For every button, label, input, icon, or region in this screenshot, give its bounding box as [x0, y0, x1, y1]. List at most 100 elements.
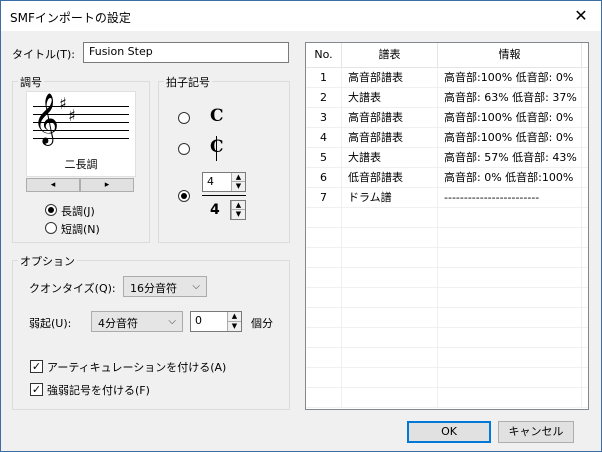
chevron-down-icon: ⌵: [192, 281, 200, 292]
cut-time-radio[interactable]: [178, 143, 190, 155]
key-prev-button[interactable]: ◂: [26, 178, 80, 192]
table-row[interactable]: 6 低音部譜表 高音部: 0% 低音部:100%: [306, 168, 588, 188]
quantize-select[interactable]: 16分音符 ⌵: [123, 276, 207, 297]
table-header: No. 譜表 情報: [306, 43, 588, 68]
empty-row: [306, 348, 588, 368]
spin-up-icon[interactable]: ▲: [231, 201, 245, 210]
articulation-label[interactable]: アーティキュレーションを付ける(A): [47, 359, 226, 375]
cell-staff: [342, 328, 438, 347]
spin-down-icon[interactable]: ▼: [231, 210, 245, 219]
cell-staff: 高音部譜表: [342, 108, 438, 127]
cell-info: [438, 328, 582, 347]
articulation-checkbox[interactable]: ✓: [30, 360, 43, 373]
cell-staff: [342, 208, 438, 227]
cell-no: [306, 308, 342, 327]
cell-info: 高音部: 0% 低音部:100%: [438, 168, 582, 187]
time-signature-group: [158, 81, 290, 243]
denominator-spinner[interactable]: ▲ ▼: [230, 200, 246, 220]
cell-no: [306, 228, 342, 247]
cell-no: [306, 268, 342, 287]
cell-no: 3: [306, 108, 342, 127]
dynamics-label[interactable]: 強弱記号を付ける(F): [47, 382, 150, 398]
major-label[interactable]: 長調(J): [61, 203, 95, 219]
cancel-button[interactable]: キャンセル: [498, 421, 574, 443]
upbeat-count-spinner[interactable]: 0 ▲ ▼: [190, 311, 242, 332]
spin-up-icon[interactable]: ▲: [231, 173, 245, 182]
cell-no: 5: [306, 148, 342, 167]
chevron-down-icon: ⌵: [168, 316, 176, 327]
empty-row: [306, 328, 588, 348]
key-name: 二長調: [64, 158, 98, 171]
cell-info: [438, 388, 582, 407]
cut-time-stroke: [216, 136, 217, 161]
cell-info: 高音部:100% 低音部: 0%: [438, 108, 582, 127]
empty-row: [306, 248, 588, 268]
cell-staff: 高音部譜表: [342, 128, 438, 147]
table-row[interactable]: 7 ドラム譜 ------------------------: [306, 188, 588, 208]
upbeat-count-value: 0: [195, 314, 202, 327]
empty-row: [306, 308, 588, 328]
cell-staff: [342, 228, 438, 247]
cell-no: 7: [306, 188, 342, 207]
cell-no: [306, 328, 342, 347]
table-row[interactable]: 3 高音部譜表 高音部:100% 低音部: 0%: [306, 108, 588, 128]
cell-staff: 高音部譜表: [342, 68, 438, 87]
spin-down-icon[interactable]: ▼: [227, 321, 241, 331]
key-signature-legend: 調号: [18, 74, 44, 90]
cell-no: [306, 348, 342, 367]
spin-down-icon[interactable]: ▼: [231, 182, 245, 191]
upbeat-select[interactable]: 4分音符 ⌵: [91, 311, 183, 332]
cell-no: 4: [306, 128, 342, 147]
ok-button[interactable]: OK: [407, 421, 491, 443]
cell-staff: [342, 348, 438, 367]
table-row[interactable]: 1 高音部譜表 高音部:100% 低音部: 0%: [306, 68, 588, 88]
spin-up-icon[interactable]: ▲: [227, 312, 241, 322]
cell-no: 6: [306, 168, 342, 187]
cell-info: [438, 368, 582, 387]
import-settings-dialog: SMFインポートの設定 ✕ タイトル(T): Fusion Step 調号 𝄞 …: [0, 0, 602, 452]
empty-row: [306, 208, 588, 228]
sharp-icon: ♯: [59, 94, 67, 113]
cell-info: [438, 348, 582, 367]
table-row[interactable]: 5 大譜表 高音部: 57% 低音部: 43%: [306, 148, 588, 168]
cell-staff: [342, 368, 438, 387]
common-time-radio[interactable]: [178, 112, 190, 124]
column-header-no[interactable]: No.: [306, 43, 342, 67]
time-signature-legend: 拍子記号: [164, 74, 212, 90]
upbeat-unit: 個分: [251, 317, 273, 330]
cell-info: ------------------------: [438, 188, 582, 207]
cell-no: 2: [306, 88, 342, 107]
numerator-spinner[interactable]: 4 ▲ ▼: [202, 172, 246, 192]
title-label: タイトル(T):: [12, 48, 76, 61]
cell-info: 高音部: 63% 低音部: 37%: [438, 88, 582, 107]
table-row[interactable]: 4 高音部譜表 高音部:100% 低音部: 0%: [306, 128, 588, 148]
cell-info: [438, 248, 582, 267]
empty-row: [306, 268, 588, 288]
track-table[interactable]: No. 譜表 情報 1 高音部譜表 高音部:100% 低音部: 0% 2 大譜表 高音部:…: [305, 42, 589, 410]
key-signature-preview: 𝄞 ♯ ♯ 二長調: [26, 91, 136, 177]
cell-staff: 大譜表: [342, 148, 438, 167]
column-header-staff[interactable]: 譜表: [342, 43, 438, 67]
empty-row: [306, 228, 588, 248]
close-icon[interactable]: ✕: [561, 1, 601, 31]
empty-row: [306, 388, 588, 408]
upbeat-label: 弱起(U):: [29, 317, 72, 330]
treble-clef-icon: 𝄞: [33, 93, 60, 144]
window-title: SMFインポートの設定: [10, 11, 131, 25]
title-input[interactable]: Fusion Step: [83, 42, 289, 63]
custom-time-radio[interactable]: [178, 190, 190, 202]
cell-staff: [342, 288, 438, 307]
dynamics-checkbox[interactable]: ✓: [30, 383, 43, 396]
minor-radio[interactable]: [45, 222, 57, 234]
column-header-info[interactable]: 情報: [438, 43, 582, 67]
major-radio[interactable]: [45, 204, 57, 216]
minor-label[interactable]: 短調(N): [61, 221, 100, 237]
key-next-button[interactable]: ▸: [80, 178, 134, 192]
cell-info: [438, 308, 582, 327]
empty-row: [306, 368, 588, 388]
cell-no: [306, 248, 342, 267]
table-row[interactable]: 2 大譜表 高音部: 63% 低音部: 37%: [306, 88, 588, 108]
sharp-icon: ♯: [68, 106, 76, 125]
cell-info: [438, 268, 582, 287]
cell-staff: 低音部譜表: [342, 168, 438, 187]
